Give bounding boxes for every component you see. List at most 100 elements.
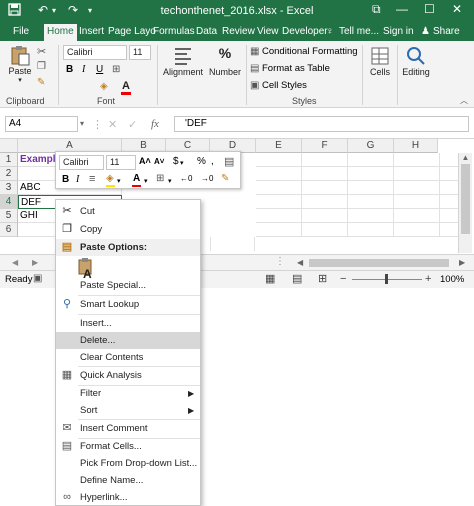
row-header-1[interactable]: 1 bbox=[0, 153, 18, 167]
font-color-icon[interactable]: A bbox=[122, 80, 130, 92]
copy-icon[interactable]: ❐ bbox=[37, 61, 46, 72]
menu-item-define-name[interactable]: Define Name... bbox=[56, 472, 200, 489]
underline-button[interactable]: U bbox=[96, 64, 103, 75]
alignment-button[interactable]: Alignment bbox=[161, 45, 205, 77]
vertical-scrollbar[interactable]: ▲ bbox=[458, 153, 472, 253]
mini-font-color-dropdown-icon[interactable]: ▾ bbox=[144, 177, 148, 185]
share-button[interactable]: Share bbox=[433, 26, 460, 37]
menu-item-filter[interactable]: Filter ▶ bbox=[56, 385, 200, 402]
cells-button[interactable]: Cells bbox=[365, 45, 395, 77]
menu-item-insert-comment[interactable]: ✉ Insert Comment bbox=[56, 420, 200, 437]
tab-view[interactable]: View bbox=[257, 26, 279, 37]
name-box-dropdown-icon[interactable]: ▾ bbox=[80, 119, 84, 128]
normal-view-icon[interactable]: ▦ bbox=[265, 272, 275, 285]
scroll-left-icon[interactable]: ◀ bbox=[297, 258, 303, 267]
increase-decimal-icon[interactable]: ←0 bbox=[180, 174, 192, 183]
menu-item-insert[interactable]: Insert... bbox=[56, 315, 200, 332]
zoom-slider-thumb[interactable] bbox=[385, 274, 388, 284]
select-all-corner[interactable] bbox=[0, 139, 18, 153]
row-header-5[interactable]: 5 bbox=[0, 209, 18, 223]
decrease-decimal-icon[interactable]: →0 bbox=[201, 174, 213, 183]
mini-fill-color-icon[interactable]: ◈ bbox=[106, 173, 114, 184]
mini-size-dropdown[interactable]: 11 bbox=[106, 155, 136, 170]
mini-format-painter-icon[interactable]: ▤ bbox=[224, 155, 234, 168]
font-size-dropdown[interactable]: 11 bbox=[129, 45, 151, 60]
row-header-2[interactable]: 2 bbox=[0, 167, 18, 181]
font-name-dropdown[interactable]: Calibri bbox=[63, 45, 127, 60]
vertical-scroll-thumb[interactable] bbox=[461, 164, 470, 234]
name-box[interactable]: A4 bbox=[5, 116, 78, 132]
macro-record-icon[interactable]: ▣ bbox=[33, 273, 42, 284]
column-header-e[interactable]: E bbox=[256, 139, 302, 153]
italic-button[interactable]: I bbox=[82, 64, 85, 75]
mini-borders-icon[interactable]: ⊞ bbox=[156, 173, 164, 184]
mini-brush-icon[interactable]: ✎ bbox=[221, 173, 229, 184]
menu-item-format-cells[interactable]: ▤ Format Cells... bbox=[56, 438, 200, 455]
tab-review[interactable]: Review bbox=[222, 26, 255, 37]
tab-file[interactable]: File bbox=[13, 26, 29, 37]
collapse-ribbon-icon[interactable]: ︿ bbox=[460, 95, 468, 106]
formula-input[interactable]: 'DEF bbox=[174, 116, 469, 132]
menu-item-paste-special[interactable]: Paste Special... bbox=[56, 277, 200, 294]
conditional-formatting-button[interactable]: Conditional Formatting bbox=[262, 46, 358, 57]
empty-cells[interactable] bbox=[256, 153, 458, 237]
menu-item-hyperlink[interactable]: ∞ Hyperlink... bbox=[56, 489, 200, 506]
number-button[interactable]: % Number bbox=[207, 45, 243, 77]
sheet-prev-icon[interactable]: ◀ bbox=[12, 258, 18, 267]
mini-font-dropdown[interactable]: Calibri bbox=[59, 155, 104, 170]
insert-function-icon[interactable]: fx bbox=[151, 118, 159, 130]
ribbon-display-options-icon[interactable]: ⧉ bbox=[372, 2, 381, 17]
tab-home[interactable]: Home bbox=[44, 24, 77, 41]
mini-bold-button[interactable]: B bbox=[62, 174, 69, 185]
increase-font-icon[interactable]: A˄ bbox=[139, 156, 151, 166]
zoom-in-button[interactable]: + bbox=[425, 273, 431, 285]
tab-data[interactable]: Data bbox=[196, 26, 217, 37]
tab-page-layout[interactable]: Page Layo bbox=[108, 26, 156, 37]
menu-item-pick-from-dropdown[interactable]: Pick From Drop-down List... bbox=[56, 455, 200, 472]
mini-italic-button[interactable]: I bbox=[76, 174, 79, 185]
menu-item-quick-analysis[interactable]: ▦ Quick Analysis bbox=[56, 367, 200, 384]
sheet-options-icon[interactable]: ⋮ bbox=[275, 256, 285, 267]
borders-icon[interactable]: ⊞ bbox=[112, 64, 120, 75]
menu-item-clear-contents[interactable]: Clear Contents bbox=[56, 349, 200, 366]
menu-item-sort[interactable]: Sort ▶ bbox=[56, 402, 200, 419]
menu-item-smart-lookup[interactable]: ⚲ Smart Lookup bbox=[56, 296, 200, 313]
menu-item-copy[interactable]: ❐ Copy bbox=[56, 221, 200, 238]
page-break-view-icon[interactable]: ⊞ bbox=[318, 272, 327, 285]
row-header-6[interactable]: 6 bbox=[0, 223, 18, 237]
tab-formulas[interactable]: Formulas bbox=[153, 26, 195, 37]
sign-in-link[interactable]: Sign in bbox=[383, 26, 414, 37]
scroll-up-icon[interactable]: ▲ bbox=[459, 153, 472, 162]
mini-currency-dropdown-icon[interactable]: ▾ bbox=[180, 159, 184, 167]
decrease-font-icon[interactable]: A˅ bbox=[154, 157, 164, 166]
scroll-right-icon[interactable]: ▶ bbox=[459, 258, 465, 267]
paste-option-button[interactable]: A bbox=[78, 257, 96, 281]
tell-me-box[interactable]: Tell me... bbox=[339, 26, 379, 37]
mini-fill-dropdown-icon[interactable]: ▾ bbox=[117, 177, 121, 185]
tab-insert[interactable]: Insert bbox=[79, 26, 104, 37]
formula-bar-grip[interactable]: ⋮ bbox=[92, 118, 103, 131]
cancel-icon[interactable]: ✕ bbox=[108, 118, 117, 131]
mini-currency-button[interactable]: $ bbox=[173, 156, 179, 167]
paste-button[interactable]: Paste ▾ bbox=[5, 44, 35, 84]
close-button[interactable]: ✕ bbox=[452, 2, 462, 16]
cell-styles-button[interactable]: Cell Styles bbox=[262, 80, 307, 91]
cut-icon[interactable]: ✂ bbox=[37, 45, 46, 58]
mini-align-center-icon[interactable]: ≡ bbox=[89, 173, 95, 185]
comma-style-icon[interactable]: , bbox=[211, 156, 214, 167]
menu-item-delete[interactable]: Delete... bbox=[56, 332, 200, 349]
paste-dropdown-icon[interactable]: ▾ bbox=[5, 76, 35, 84]
horizontal-scroll-thumb[interactable] bbox=[309, 259, 449, 267]
column-header-f[interactable]: F bbox=[302, 139, 348, 153]
zoom-level[interactable]: 100% bbox=[440, 274, 464, 285]
enter-icon[interactable]: ✓ bbox=[128, 118, 137, 131]
column-header-h[interactable]: H bbox=[394, 139, 438, 153]
fill-color-icon[interactable]: ◈ bbox=[100, 81, 108, 92]
mini-font-color-icon[interactable]: A bbox=[133, 173, 140, 184]
bold-button[interactable]: B bbox=[66, 64, 73, 75]
mini-borders-dropdown-icon[interactable]: ▾ bbox=[168, 177, 172, 185]
zoom-out-button[interactable]: − bbox=[340, 273, 346, 285]
page-layout-view-icon[interactable]: ▤ bbox=[292, 272, 302, 285]
sheet-next-icon[interactable]: ▶ bbox=[32, 258, 38, 267]
maximize-button[interactable]: ☐ bbox=[424, 2, 435, 16]
